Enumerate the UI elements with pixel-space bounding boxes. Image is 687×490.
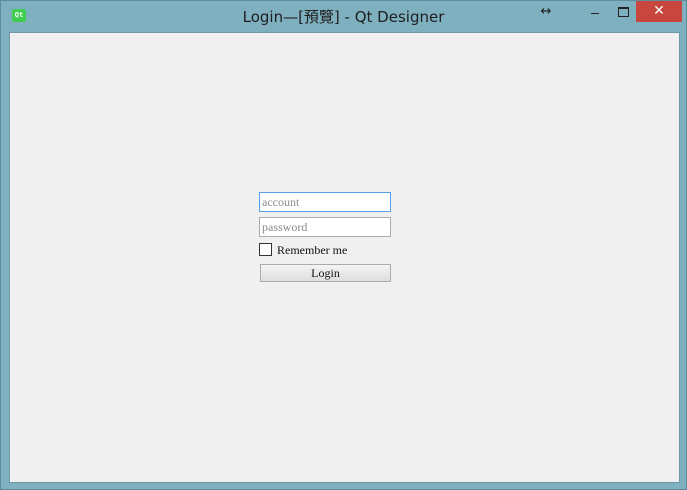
password-input[interactable] bbox=[259, 217, 391, 237]
remember-me-checkbox[interactable] bbox=[259, 243, 272, 256]
login-form-area: Remember me Login bbox=[9, 32, 680, 483]
resize-arrows-icon[interactable]: ↔ bbox=[534, 1, 558, 22]
maximize-button[interactable] bbox=[609, 1, 635, 22]
minimize-button[interactable] bbox=[582, 1, 608, 22]
title-bar[interactable]: Qt Login—[預覽] - Qt Designer ↔ ✕ bbox=[1, 1, 686, 31]
login-button[interactable]: Login bbox=[260, 264, 391, 282]
minimize-icon bbox=[591, 13, 599, 14]
maximize-icon bbox=[618, 7, 629, 17]
remember-me-label[interactable]: Remember me bbox=[277, 242, 347, 258]
close-button[interactable]: ✕ bbox=[636, 1, 682, 22]
account-input[interactable] bbox=[259, 192, 391, 212]
designer-preview-window: Qt Login—[預覽] - Qt Designer ↔ ✕ Remember… bbox=[0, 0, 687, 490]
